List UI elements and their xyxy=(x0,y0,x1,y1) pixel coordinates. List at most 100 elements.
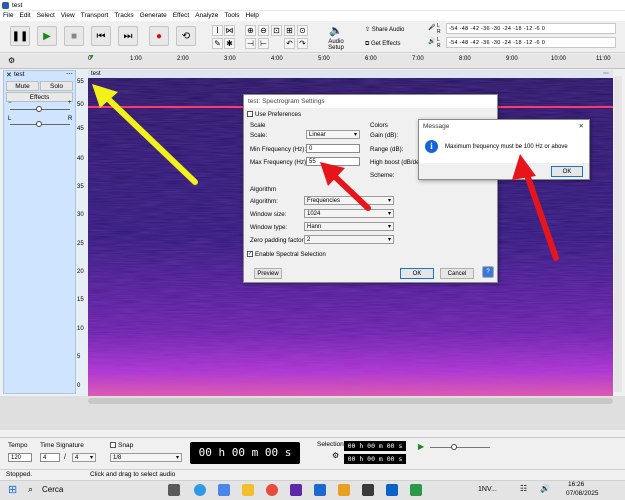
audacity-taskbar-icon[interactable] xyxy=(338,484,350,496)
solo-button[interactable]: Solo xyxy=(40,81,73,91)
fit-selection-button[interactable]: ⊡ xyxy=(271,25,282,36)
menu-effect[interactable]: Effect xyxy=(170,11,193,21)
dialog-title-bar[interactable]: test: Spectrogram Settings xyxy=(244,95,497,108)
menu-select[interactable]: Select xyxy=(34,11,58,21)
silence-button[interactable]: ⊢ xyxy=(258,38,269,49)
message-ok-button[interactable]: OK xyxy=(551,166,583,177)
edge-icon[interactable] xyxy=(194,484,206,496)
app4-icon[interactable] xyxy=(410,484,422,496)
share-audio-button[interactable]: ⇪ Share Audio xyxy=(365,25,423,36)
input-language[interactable]: 1NV... xyxy=(478,486,497,493)
playback-meter[interactable]: -54 -48 -42 -36 -30 -24 -18 -12 -6 0 xyxy=(446,37,616,48)
multi-tool-button[interactable]: ✱ xyxy=(224,38,235,49)
selection-end-display[interactable]: 00 h 00 m 00 s xyxy=(344,454,406,464)
redo-button[interactable]: ↷ xyxy=(297,38,308,49)
snap-checkbox[interactable] xyxy=(110,442,116,449)
pan-slider-thumb[interactable] xyxy=(36,121,42,127)
horizontal-scrollbar[interactable] xyxy=(88,398,613,404)
menu-transport[interactable]: Transport xyxy=(78,11,112,21)
select-tool-button[interactable]: I xyxy=(212,25,223,36)
play-speed-thumb[interactable] xyxy=(451,444,457,450)
record-meter[interactable]: -54 -48 -42 -36 -30 -24 -18 -12 -6 0 xyxy=(446,23,616,34)
play-speed-slider[interactable] xyxy=(430,447,490,448)
audio-setup-button[interactable]: 🔈 Audio Setup xyxy=(322,23,350,53)
record-button[interactable]: ● xyxy=(149,26,169,46)
cancel-button[interactable]: Cancel xyxy=(440,268,474,279)
menu-help[interactable]: Help xyxy=(243,11,262,21)
play-at-speed-icon[interactable]: ▶ xyxy=(418,442,424,451)
windows-start-icon[interactable]: ⊞ xyxy=(8,483,17,496)
fit-project-button[interactable]: ⊞ xyxy=(284,25,295,36)
trim-button[interactable]: ⊣ xyxy=(245,38,256,49)
get-effects-button[interactable]: ⧉ Get Effects xyxy=(365,39,423,50)
menu-file[interactable]: File xyxy=(0,11,16,21)
menu-view[interactable]: View xyxy=(58,11,78,21)
timeline-settings-icon[interactable]: ⚙ xyxy=(8,56,15,65)
use-preferences-option[interactable]: Use Preferences xyxy=(247,111,301,118)
snap-select[interactable]: 1/8 xyxy=(110,453,182,462)
app2-icon[interactable] xyxy=(362,484,374,496)
gain-slider-thumb[interactable] xyxy=(36,106,42,112)
selection-start-display[interactable]: 00 h 00 m 00 s xyxy=(344,441,406,451)
track-menu-icon[interactable]: ⋯ xyxy=(66,70,73,78)
timeline-ruler[interactable]: ⚙ 0 1:00 2:00 3:00 4:00 5:00 6:00 7:00 8… xyxy=(0,54,625,69)
pause-button[interactable]: ❚❚ xyxy=(10,26,30,46)
time-sig-numerator[interactable]: 4 xyxy=(40,453,60,462)
undo-button[interactable]: ↶ xyxy=(284,38,295,49)
window-type-select[interactable]: Hann xyxy=(304,222,394,231)
time-sig-denominator[interactable]: 4 xyxy=(72,453,96,462)
widgets-icon[interactable] xyxy=(218,484,230,496)
algorithm-select[interactable]: Frequencies xyxy=(304,196,394,205)
max-frequency-input[interactable]: 55 xyxy=(306,157,360,166)
network-icon[interactable]: ☷ xyxy=(520,484,527,493)
message-title-bar[interactable]: Message ✕ xyxy=(419,120,589,133)
clip-title-bar[interactable]: test ⋯ xyxy=(88,70,613,78)
taskbar-search[interactable]: Cerca xyxy=(42,485,63,494)
playhead-icon[interactable]: ▼ xyxy=(88,54,95,61)
effects-button[interactable]: Effects xyxy=(6,92,73,102)
chrome-icon[interactable] xyxy=(266,484,278,496)
skip-end-button[interactable]: ⏭ xyxy=(118,26,138,46)
message-dialog[interactable]: Message ✕ i Maximum frequency must be 10… xyxy=(418,119,590,180)
vertical-scrollbar[interactable] xyxy=(614,76,622,392)
track-name[interactable]: test xyxy=(14,71,24,78)
menu-tracks[interactable]: Tracks xyxy=(111,11,136,21)
file-explorer-icon[interactable] xyxy=(242,484,254,496)
selection-settings-icon[interactable]: ⚙ xyxy=(332,451,339,460)
app3-icon[interactable] xyxy=(386,484,398,496)
search-icon[interactable]: ⌕ xyxy=(28,484,33,495)
volume-icon[interactable]: 🔊 xyxy=(540,484,550,493)
clip-menu-icon[interactable]: ⋯ xyxy=(603,70,609,78)
menu-edit[interactable]: Edit xyxy=(16,11,33,21)
envelope-tool-button[interactable]: ⋈ xyxy=(224,25,235,36)
ok-button[interactable]: OK xyxy=(400,268,434,279)
draw-tool-button[interactable]: ✎ xyxy=(212,38,223,49)
play-button[interactable]: ▶ xyxy=(37,26,57,46)
menu-tools[interactable]: Tools xyxy=(221,11,242,21)
clip-name[interactable]: test xyxy=(91,71,101,77)
message-close-icon[interactable]: ✕ xyxy=(579,120,584,133)
help-button[interactable]: ? xyxy=(482,266,494,278)
time-display[interactable]: 00 h 00 m 00 s xyxy=(190,442,300,464)
zoom-toggle-button[interactable]: ⊙ xyxy=(297,25,308,36)
zoom-in-button[interactable]: ⊕ xyxy=(245,25,256,36)
zoom-out-button[interactable]: ⊖ xyxy=(258,25,269,36)
skip-start-button[interactable]: ⏮ xyxy=(91,26,111,46)
window-size-select[interactable]: 1024 xyxy=(304,209,394,218)
spectral-selection-option[interactable]: ✓ Enable Spectral Selection xyxy=(247,251,326,258)
menu-generate[interactable]: Generate xyxy=(137,11,170,21)
close-track-icon[interactable]: ✕ xyxy=(6,71,12,79)
mute-button[interactable]: Mute xyxy=(6,81,39,91)
menu-analyze[interactable]: Analyze xyxy=(192,11,221,21)
loop-button[interactable]: ⟲ xyxy=(176,26,196,46)
zero-padding-select[interactable]: 2 xyxy=(304,235,394,244)
track-control-panel[interactable]: ✕ test ⋯ Mute Solo Effects − + L R xyxy=(3,70,76,394)
preview-button[interactable]: Preview xyxy=(254,268,282,279)
use-preferences-checkbox[interactable] xyxy=(247,111,253,118)
frequency-axis[interactable]: 55 50 45 40 35 30 25 20 15 10 5 0 xyxy=(76,70,88,396)
store-icon[interactable] xyxy=(314,484,326,496)
snap-toggle[interactable]: Snap xyxy=(110,442,133,449)
clock-time[interactable]: 16:26 xyxy=(568,481,584,488)
stop-button[interactable]: ■ xyxy=(64,26,84,46)
clock-date[interactable]: 07/08/2025 xyxy=(566,490,599,497)
